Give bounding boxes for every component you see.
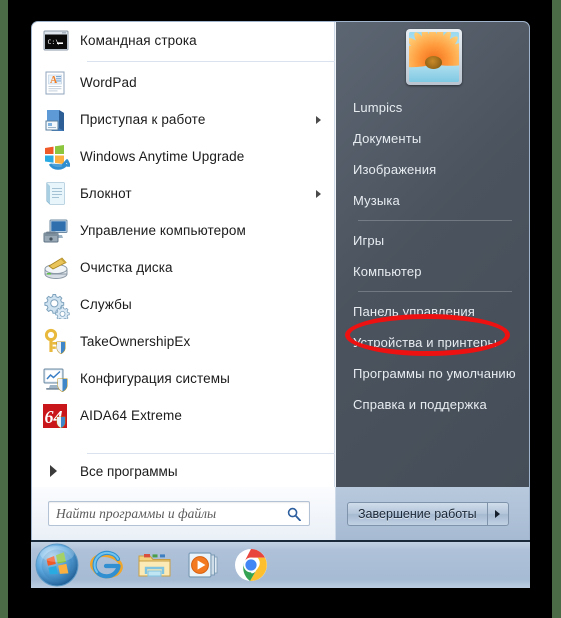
submenu-arrow-icon (316, 189, 321, 198)
take-ownership-icon (42, 328, 70, 356)
place-item-label: Справка и поддержка (353, 397, 487, 412)
svg-text:C:\: C:\ (48, 38, 60, 46)
program-item-label: AIDA64 Extreme (80, 408, 182, 423)
command-prompt-icon: C:\ (42, 27, 70, 55)
program-list-separator (87, 61, 335, 62)
program-item-label: WordPad (80, 75, 137, 90)
media-player-icon[interactable] (183, 545, 223, 585)
start-menu-programs-panel: C:\ Командная строка A WordPad Приступая к р… (32, 22, 335, 488)
program-item[interactable]: TakeOwnershipEx (32, 323, 334, 360)
program-item[interactable]: Windows Anytime Upgrade (32, 138, 334, 175)
program-item[interactable]: A WordPad (32, 64, 334, 101)
start-menu: C:\ Командная строка A WordPad Приступая к р… (31, 21, 530, 540)
windows-upgrade-icon (42, 143, 70, 171)
search-icon[interactable] (287, 507, 301, 521)
program-item-label: Windows Anytime Upgrade (80, 149, 245, 164)
wordpad-icon: A (42, 69, 70, 97)
search-box[interactable] (48, 501, 310, 526)
place-item[interactable]: Игры (336, 225, 529, 256)
system-config-icon (42, 365, 70, 393)
desktop-left-edge (0, 0, 8, 618)
all-programs-button[interactable]: Все программы (32, 454, 335, 488)
program-item-label: Приступая к работе (80, 112, 206, 127)
place-item[interactable]: Программы по умолчанию (336, 358, 529, 389)
place-list-separator (358, 220, 512, 221)
place-item-label: Устройства и принтеры (353, 335, 497, 350)
program-item[interactable]: 64 AIDA64 Extreme (32, 397, 334, 434)
getting-started-icon (42, 106, 70, 134)
internet-explorer-icon[interactable] (87, 545, 127, 585)
search-input[interactable] (56, 503, 276, 524)
file-explorer-icon[interactable] (135, 545, 175, 585)
program-item-label: Службы (80, 297, 132, 312)
disk-cleanup-icon (42, 254, 70, 282)
shutdown-button[interactable]: Завершение работы (347, 501, 487, 526)
program-item-label: Блокнот (80, 186, 132, 201)
program-item-label: Командная строка (80, 33, 197, 48)
program-item[interactable]: Конфигурация системы (32, 360, 334, 397)
program-item[interactable]: C:\ Командная строка (32, 22, 334, 59)
place-item[interactable]: Изображения (336, 154, 529, 185)
start-orb-icon[interactable] (35, 543, 79, 587)
place-item-label: Панель управления (353, 304, 475, 319)
place-item[interactable]: Lumpics (336, 92, 529, 123)
program-item[interactable]: Блокнот (32, 175, 334, 212)
shutdown-options-button[interactable] (486, 501, 509, 526)
place-item[interactable]: Устройства и принтеры (336, 327, 529, 358)
all-programs-label: Все программы (80, 463, 178, 479)
start-menu-bottom-bar: Завершение работы (32, 487, 529, 540)
desktop-right-edge (552, 0, 561, 618)
screen: C:\ Командная строка A WordPad Приступая к р… (0, 0, 561, 618)
place-item-label: Компьютер (353, 264, 422, 279)
services-icon (42, 291, 70, 319)
aida64-icon: 64 (42, 402, 70, 430)
program-item-label: Управление компьютером (80, 223, 246, 238)
place-item-label: Игры (353, 233, 385, 248)
place-item-highlighted[interactable]: Панель управления (336, 296, 529, 327)
shutdown-area: Завершение работы (336, 487, 529, 540)
place-item[interactable]: Компьютер (336, 256, 529, 287)
search-area (32, 487, 336, 540)
start-menu-places-panel: Lumpics Документы Изображения Музыка Игры Ком… (336, 22, 529, 488)
program-item[interactable]: Службы (32, 286, 334, 323)
program-item-label: Очистка диска (80, 260, 173, 275)
place-item[interactable]: Документы (336, 123, 529, 154)
place-item-label: Lumpics (353, 100, 403, 115)
program-item[interactable]: Приступая к работе (32, 101, 334, 138)
program-list: C:\ Командная строка A WordPad Приступая к р… (32, 22, 335, 434)
shutdown-label: Завершение работы (358, 506, 477, 521)
place-item[interactable]: Музыка (336, 185, 529, 216)
place-item-label: Программы по умолчанию (353, 366, 516, 381)
place-item[interactable]: Справка и поддержка (336, 389, 529, 420)
avatar-flower-center (425, 56, 442, 69)
program-item-label: TakeOwnershipEx (80, 334, 191, 349)
google-chrome-icon[interactable] (231, 545, 271, 585)
place-item-label: Документы (353, 131, 422, 146)
places-list: Lumpics Документы Изображения Музыка Игры Ком… (336, 92, 529, 420)
place-item-label: Изображения (353, 162, 437, 177)
chevron-right-icon (495, 509, 501, 518)
place-list-separator (358, 291, 512, 292)
taskbar (31, 540, 530, 588)
place-item-label: Музыка (353, 193, 400, 208)
chevron-right-icon (50, 465, 57, 477)
computer-management-icon (42, 217, 70, 245)
avatar[interactable] (405, 29, 462, 85)
program-item[interactable]: Управление компьютером (32, 212, 334, 249)
notepad-icon (42, 180, 70, 208)
submenu-arrow-icon (316, 115, 321, 124)
program-item[interactable]: Очистка диска (32, 249, 334, 286)
program-item-label: Конфигурация системы (80, 371, 230, 386)
